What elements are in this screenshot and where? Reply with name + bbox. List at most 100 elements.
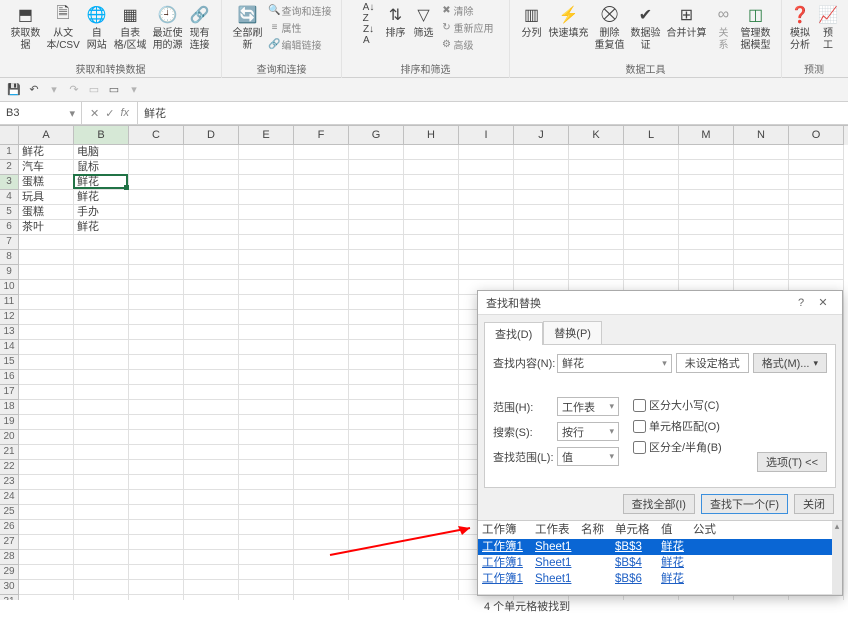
qat-touch[interactable]: ▭	[86, 82, 102, 98]
cell-A26[interactable]	[19, 520, 74, 535]
cell-E13[interactable]	[239, 325, 294, 340]
cell-E4[interactable]	[239, 190, 294, 205]
cell-F1[interactable]	[294, 145, 349, 160]
btn-consolidate[interactable]: ⊞合并计算	[664, 2, 710, 42]
cell-C15[interactable]	[129, 355, 184, 370]
cell-K9[interactable]	[569, 265, 624, 280]
cell-A29[interactable]	[19, 565, 74, 580]
cell-M5[interactable]	[679, 205, 734, 220]
cell-A14[interactable]	[19, 340, 74, 355]
cell-N4[interactable]	[734, 190, 789, 205]
col-header-E[interactable]: E	[239, 126, 294, 145]
cell-E12[interactable]	[239, 310, 294, 325]
row-header-22[interactable]: 22	[0, 460, 19, 475]
cell-A11[interactable]	[19, 295, 74, 310]
cell-D5[interactable]	[184, 205, 239, 220]
btn-advanced[interactable]: ⚙高级	[438, 36, 496, 53]
cell-H13[interactable]	[404, 325, 459, 340]
cell-G19[interactable]	[349, 415, 404, 430]
fx-icon[interactable]: fx	[120, 107, 129, 119]
cell-E7[interactable]	[239, 235, 294, 250]
row-header-5[interactable]: 5	[0, 205, 19, 220]
cell-B28[interactable]	[74, 550, 129, 565]
row-header-17[interactable]: 17	[0, 385, 19, 400]
col-header-D[interactable]: D	[184, 126, 239, 145]
col-header-O[interactable]: O	[789, 126, 844, 145]
cell-H22[interactable]	[404, 460, 459, 475]
cell-D22[interactable]	[184, 460, 239, 475]
cell-O2[interactable]	[789, 160, 844, 175]
cell-F5[interactable]	[294, 205, 349, 220]
cell-F17[interactable]	[294, 385, 349, 400]
cell-D28[interactable]	[184, 550, 239, 565]
row-header-18[interactable]: 18	[0, 400, 19, 415]
cell-C3[interactable]	[129, 175, 184, 190]
cell-H20[interactable]	[404, 430, 459, 445]
cell-E30[interactable]	[239, 580, 294, 595]
col-header-B[interactable]: B	[74, 126, 129, 145]
cell-B2[interactable]: 鼠标	[74, 160, 129, 175]
cell-G18[interactable]	[349, 400, 404, 415]
cell-L7[interactable]	[624, 235, 679, 250]
cell-E27[interactable]	[239, 535, 294, 550]
cell-G4[interactable]	[349, 190, 404, 205]
btn-data-val[interactable]: ✔数据验 证	[628, 2, 664, 54]
cell-C12[interactable]	[129, 310, 184, 325]
cell-G25[interactable]	[349, 505, 404, 520]
cell-C31[interactable]	[129, 595, 184, 600]
cell-C17[interactable]	[129, 385, 184, 400]
cell-G8[interactable]	[349, 250, 404, 265]
cell-O1[interactable]	[789, 145, 844, 160]
options-button[interactable]: 选项(T) <<	[757, 452, 827, 472]
row-header-25[interactable]: 25	[0, 505, 19, 520]
row-header-4[interactable]: 4	[0, 190, 19, 205]
cell-G6[interactable]	[349, 220, 404, 235]
row-header-29[interactable]: 29	[0, 565, 19, 580]
cell-E20[interactable]	[239, 430, 294, 445]
cell-E3[interactable]	[239, 175, 294, 190]
cell-B1[interactable]: 电脑	[74, 145, 129, 160]
cell-N8[interactable]	[734, 250, 789, 265]
cell-F25[interactable]	[294, 505, 349, 520]
cell-D16[interactable]	[184, 370, 239, 385]
cell-B8[interactable]	[74, 250, 129, 265]
cell-A22[interactable]	[19, 460, 74, 475]
cell-H27[interactable]	[404, 535, 459, 550]
cell-A25[interactable]	[19, 505, 74, 520]
cell-F22[interactable]	[294, 460, 349, 475]
row-header-3[interactable]: 3	[0, 175, 19, 190]
row-header-10[interactable]: 10	[0, 280, 19, 295]
cell-G26[interactable]	[349, 520, 404, 535]
cell-E11[interactable]	[239, 295, 294, 310]
cell-F30[interactable]	[294, 580, 349, 595]
cell-I6[interactable]	[459, 220, 514, 235]
cell-A2[interactable]: 汽车	[19, 160, 74, 175]
cell-J3[interactable]	[514, 175, 569, 190]
cell-B31[interactable]	[74, 595, 129, 600]
cell-B18[interactable]	[74, 400, 129, 415]
cell-D29[interactable]	[184, 565, 239, 580]
cell-A6[interactable]: 茶叶	[19, 220, 74, 235]
col-header-K[interactable]: K	[569, 126, 624, 145]
cell-H9[interactable]	[404, 265, 459, 280]
cell-H5[interactable]	[404, 205, 459, 220]
cell-C8[interactable]	[129, 250, 184, 265]
cell-H30[interactable]	[404, 580, 459, 595]
col-header-N[interactable]: N	[734, 126, 789, 145]
cell-H16[interactable]	[404, 370, 459, 385]
cell-C1[interactable]	[129, 145, 184, 160]
cell-H12[interactable]	[404, 310, 459, 325]
cell-L5[interactable]	[624, 205, 679, 220]
btn-props[interactable]: ≡属性	[266, 19, 334, 36]
btn-sort[interactable]: ⇅排序	[382, 2, 410, 42]
cell-H26[interactable]	[404, 520, 459, 535]
cell-D24[interactable]	[184, 490, 239, 505]
cell-A9[interactable]	[19, 265, 74, 280]
col-header-H[interactable]: H	[404, 126, 459, 145]
cell-E26[interactable]	[239, 520, 294, 535]
qat-more[interactable]: ▾	[126, 82, 142, 98]
cell-E17[interactable]	[239, 385, 294, 400]
cell-E28[interactable]	[239, 550, 294, 565]
cell-G5[interactable]	[349, 205, 404, 220]
cell-A31[interactable]	[19, 595, 74, 600]
